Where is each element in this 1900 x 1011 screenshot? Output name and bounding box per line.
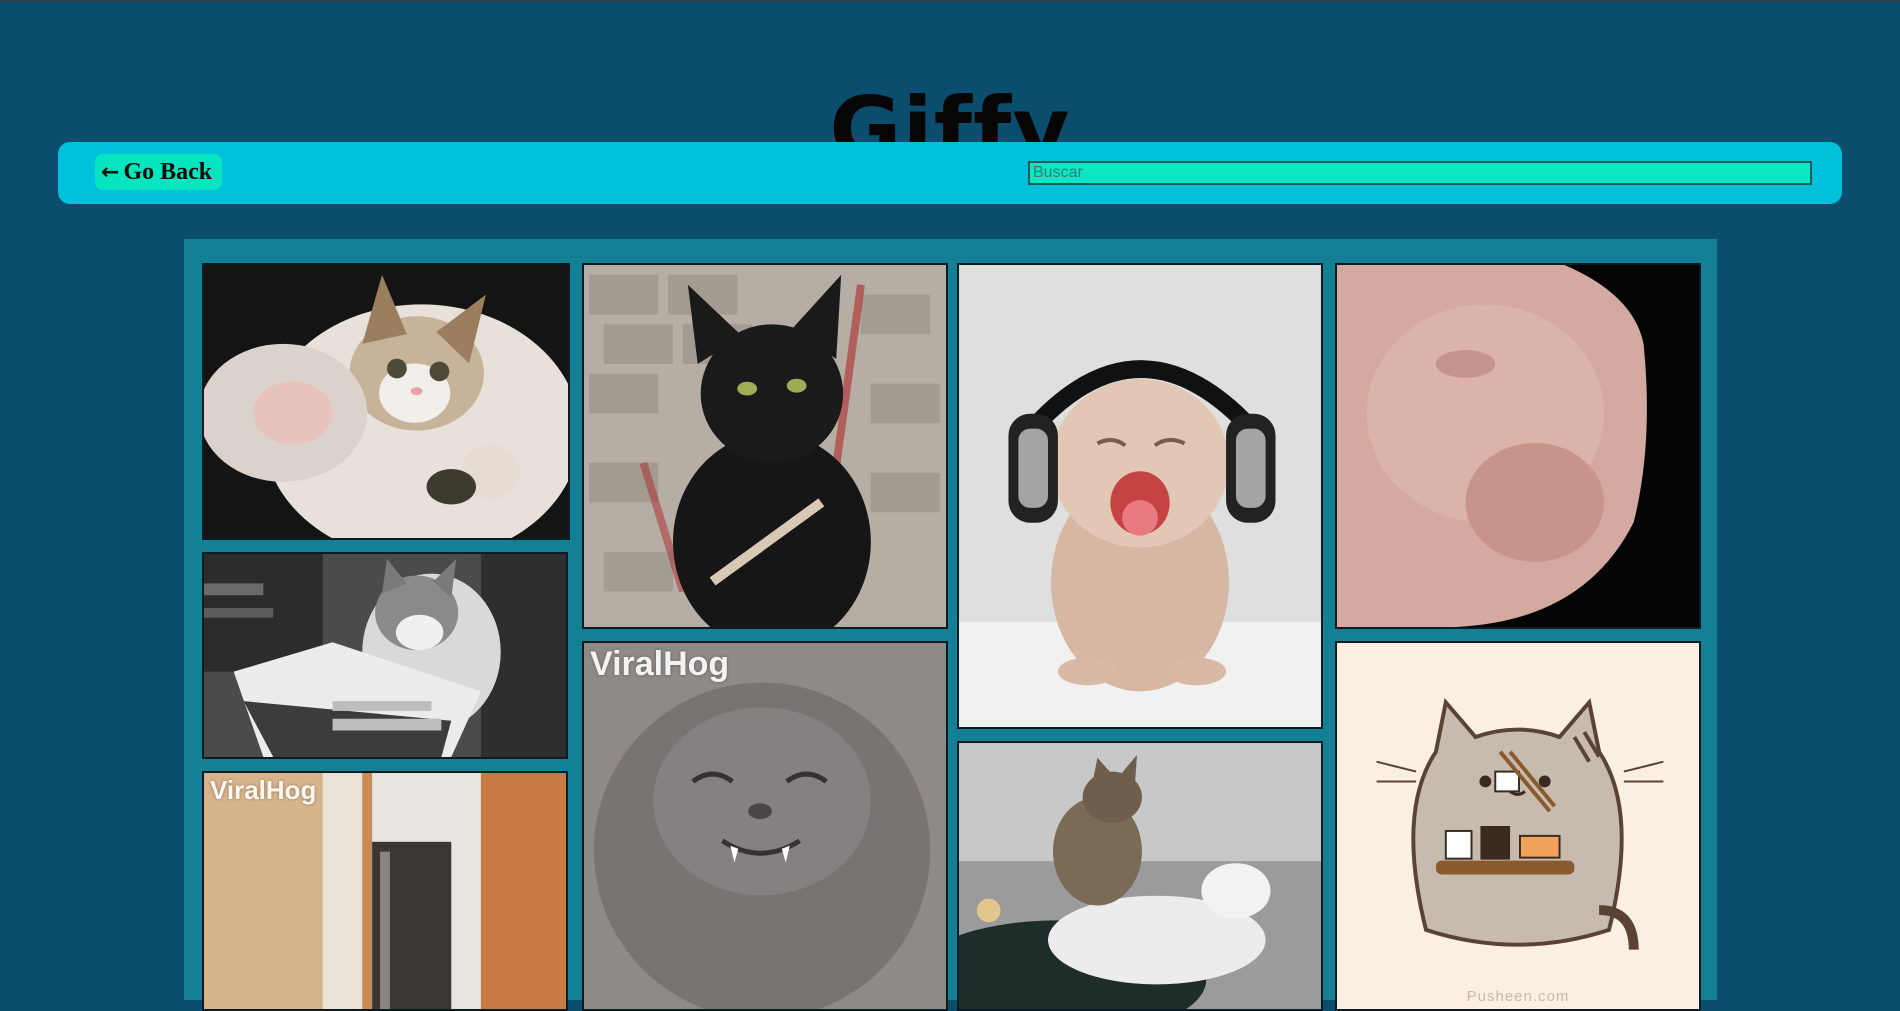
viralhog-watermark: ViralHog (210, 775, 317, 805)
massage-cats-image (959, 743, 1321, 1009)
gif-tile-black-cat-nail-file[interactable] (582, 263, 948, 629)
gif-tile-blurry-cat-closeup[interactable] (1335, 263, 1701, 629)
pusheen-image (1337, 643, 1699, 1009)
viralhog-watermark: ViralHog (590, 645, 730, 683)
nav-bar: ← Go Back (58, 142, 1842, 204)
kitten-paw-image (204, 265, 568, 538)
go-back-button[interactable]: ← Go Back (95, 154, 223, 190)
arrow-left-icon: ← (101, 159, 120, 185)
blurry-cat-image (1337, 265, 1699, 627)
gif-tile-cat-in-kitchen[interactable]: ViralHog (202, 771, 568, 1011)
gif-tile-massage-cats[interactable] (957, 741, 1323, 1011)
cat-in-kitchen-image (204, 773, 566, 1009)
go-back-label: Go Back (123, 158, 213, 185)
smiling-grey-cat-image (584, 643, 946, 1009)
search-input[interactable] (1028, 161, 1812, 185)
gif-tile-reading-cat[interactable] (202, 552, 568, 759)
reading-cat-image (204, 554, 566, 757)
top-border (0, 0, 1900, 1)
gif-gallery: ViralHog ViralHog Pusheen.com (184, 239, 1717, 1011)
gif-tile-smiling-grey-cat[interactable]: ViralHog (582, 641, 948, 1011)
pusheen-caption: Pusheen.com (1466, 988, 1570, 1005)
black-cat-image (584, 265, 946, 627)
gif-tile-kitten-paw[interactable] (202, 263, 570, 540)
gif-tile-headphones-kitten[interactable] (957, 263, 1323, 729)
gif-tile-pusheen-sushi[interactable]: Pusheen.com (1335, 641, 1701, 1011)
headphones-kitten-image (959, 265, 1321, 727)
